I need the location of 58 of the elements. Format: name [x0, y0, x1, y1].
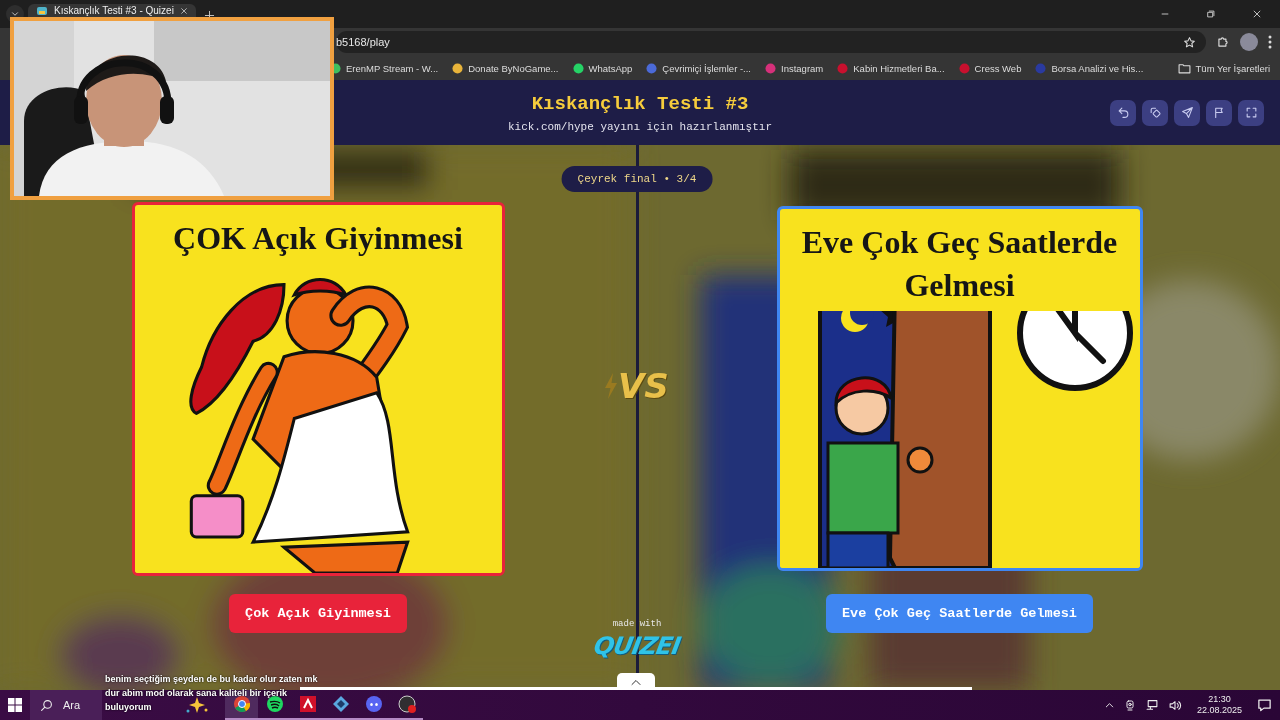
taskbar-app-icon[interactable]: [331, 695, 350, 713]
network-icon[interactable]: [1144, 698, 1159, 712]
favicon-icon: [36, 4, 48, 17]
bookmark[interactable]: Kabin Hizmetleri Ba...: [837, 62, 945, 74]
taskbar-app-icon[interactable]: [298, 695, 317, 713]
windows-icon[interactable]: [8, 698, 22, 712]
bookmark-icon: [765, 62, 776, 74]
search-placeholder: Ara: [63, 699, 81, 711]
quiz-subtitle: kick.com/hype yayını için hazırlanmıştır: [507, 120, 772, 133]
tab-title: Kıskançlık Testi #3 - Quizei: [54, 4, 174, 17]
send-icon: [1180, 106, 1194, 119]
star-icon[interactable]: [1183, 35, 1196, 49]
bookmark[interactable]: Donate ByNoGame...: [452, 62, 559, 74]
notification-icon[interactable]: [1257, 698, 1272, 712]
all-bookmarks[interactable]: Tüm Yer İşaretleri: [1177, 62, 1270, 74]
bookmark-icon: [572, 62, 584, 74]
taskbar-app-icon[interactable]: [364, 695, 383, 713]
bookmark[interactable]: Cress Web: [958, 62, 1022, 74]
bookmark-icon: [452, 62, 464, 74]
webcam-icon[interactable]: [1123, 698, 1136, 712]
fullscreen-button[interactable]: [1238, 99, 1264, 126]
bookmark[interactable]: Çevrimiçi İşlemler -...: [646, 62, 751, 74]
clock-time: 21:30: [1208, 694, 1231, 705]
taskbar-app-icon[interactable]: [232, 695, 251, 713]
bookmark-icon: [1035, 62, 1047, 74]
close-window-icon: [1252, 9, 1262, 19]
search-icon: [40, 698, 53, 712]
clock-date: 22.08.2025: [1196, 705, 1242, 716]
address-bar[interactable]: b5168/play: [336, 31, 1206, 53]
rotate-button[interactable]: [1142, 99, 1168, 126]
url-text: b5168/play: [336, 36, 390, 48]
search-box[interactable]: Ara: [30, 690, 102, 720]
rotate-icon: [1148, 106, 1162, 119]
puzzle-icon[interactable]: [1216, 35, 1230, 49]
menu-icon[interactable]: [1268, 35, 1272, 49]
sparkle-icon: [185, 696, 209, 714]
bookmark[interactable]: WhatsApp: [572, 62, 633, 74]
bookmark-icon: [958, 62, 970, 74]
flag-button[interactable]: [1206, 99, 1232, 126]
flag-icon: [1212, 106, 1226, 119]
volume-icon[interactable]: [1167, 698, 1182, 712]
bookmark[interactable]: Instagram: [765, 62, 824, 74]
browser-tab[interactable]: Kıskançlık Testi #3 - Quizei: [28, 4, 196, 17]
send-button[interactable]: [1174, 99, 1200, 126]
fullscreen-icon: [1244, 106, 1258, 119]
undo-icon: [1116, 106, 1130, 119]
folder-icon: [1177, 62, 1191, 74]
undo-button[interactable]: [1110, 99, 1136, 126]
chat-message: dur abim mod olarak sana kaliteli bir içerik: [105, 687, 288, 700]
avatar-icon[interactable]: [1240, 33, 1258, 51]
bookmark-icon: [837, 62, 849, 74]
taskbar-app-icon[interactable]: [397, 695, 416, 713]
bookmark[interactable]: Borsa Analizi ve His...: [1035, 62, 1144, 74]
quiz-title: Kıskançlık Testi #3: [531, 92, 749, 115]
chat-message: buluyorum: [105, 701, 152, 714]
restore-icon: [1206, 9, 1216, 19]
close-icon[interactable]: [179, 6, 188, 15]
bookmark-icon: [646, 62, 658, 74]
